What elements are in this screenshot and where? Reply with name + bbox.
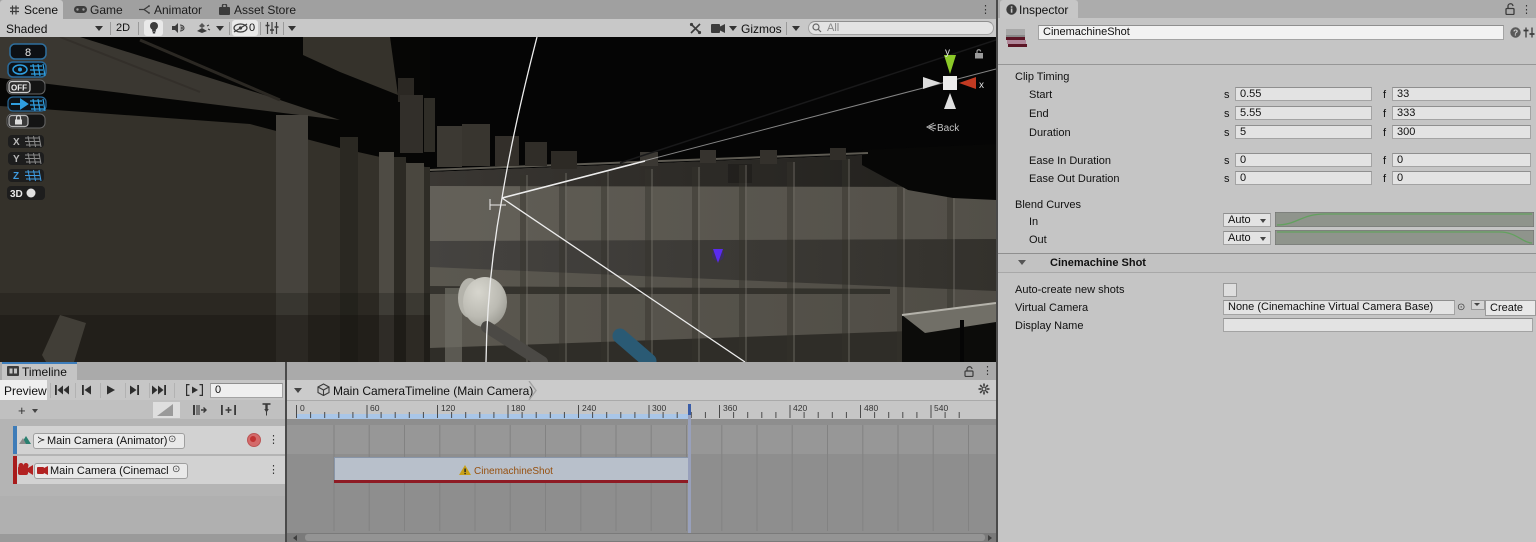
svg-text:y: y bbox=[945, 47, 950, 58]
svg-text:X: X bbox=[13, 137, 20, 148]
svg-text:Back: Back bbox=[937, 123, 960, 134]
svg-text:?: ? bbox=[1513, 28, 1518, 38]
svg-text:OFF: OFF bbox=[11, 84, 27, 93]
svg-text:8: 8 bbox=[25, 47, 31, 59]
svg-text:3D: 3D bbox=[10, 189, 23, 200]
svg-text:Y: Y bbox=[13, 154, 20, 165]
svg-text:Z: Z bbox=[13, 171, 19, 182]
svg-text:x: x bbox=[979, 80, 984, 91]
